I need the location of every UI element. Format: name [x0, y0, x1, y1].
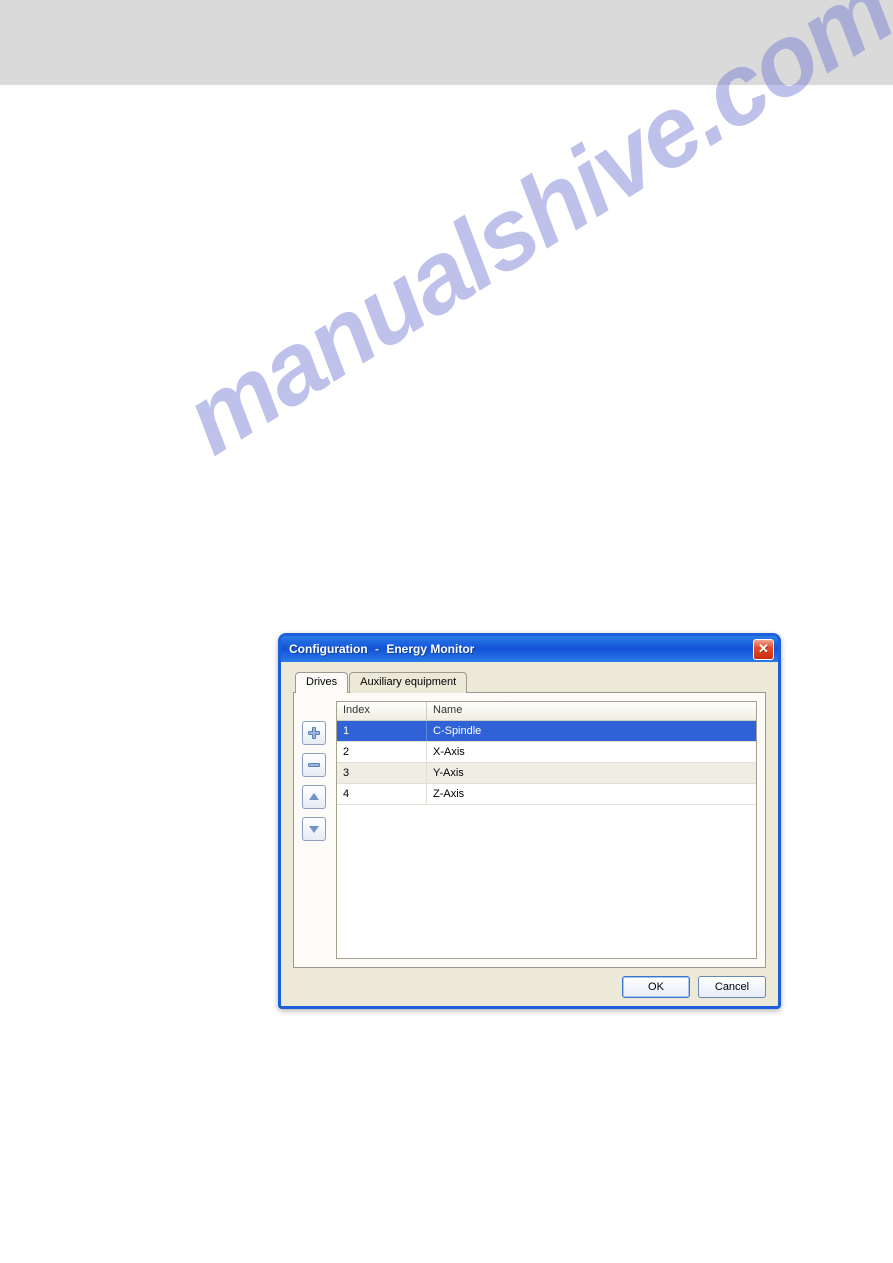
- minus-icon: [307, 758, 321, 772]
- chevron-up-icon: [307, 790, 321, 804]
- cell-index: 4: [337, 784, 427, 804]
- remove-button[interactable]: [302, 753, 326, 777]
- cell-name: Y-Axis: [427, 763, 756, 783]
- dialog-body: Drives Auxiliary equipment: [281, 662, 778, 1006]
- move-up-button[interactable]: [302, 785, 326, 809]
- title-part-1: Configuration: [289, 642, 368, 656]
- cell-name: X-Axis: [427, 742, 756, 762]
- cell-index: 1: [337, 721, 427, 741]
- table-header: Index Name: [337, 702, 756, 721]
- tab-panel-drives: Index Name 1 C-Spindle 2 X-Axis: [293, 692, 766, 968]
- cell-index: 2: [337, 742, 427, 762]
- chevron-down-icon: [307, 822, 321, 836]
- cell-name: C-Spindle: [427, 721, 756, 741]
- configuration-dialog: Configuration - Energy Monitor ✕ Drives …: [278, 633, 781, 1009]
- tab-auxiliary-equipment[interactable]: Auxiliary equipment: [349, 672, 467, 693]
- move-down-button[interactable]: [302, 817, 326, 841]
- col-name-header[interactable]: Name: [427, 702, 756, 720]
- titlebar[interactable]: Configuration - Energy Monitor ✕: [281, 636, 778, 662]
- col-index-header[interactable]: Index: [337, 702, 427, 720]
- cell-name: Z-Axis: [427, 784, 756, 804]
- cell-index: 3: [337, 763, 427, 783]
- dialog-button-row: OK Cancel: [293, 968, 766, 998]
- side-buttons: [302, 701, 328, 959]
- cancel-button[interactable]: Cancel: [698, 976, 766, 998]
- table-row[interactable]: 2 X-Axis: [337, 742, 756, 763]
- tab-drives[interactable]: Drives: [295, 672, 348, 693]
- table-row[interactable]: 3 Y-Axis: [337, 763, 756, 784]
- ok-button[interactable]: OK: [622, 976, 690, 998]
- tabs-container: Drives Auxiliary equipment: [293, 672, 766, 968]
- tab-strip: Drives Auxiliary equipment: [295, 672, 766, 693]
- plus-icon: [307, 726, 321, 740]
- add-button[interactable]: [302, 721, 326, 745]
- table-row[interactable]: 1 C-Spindle: [337, 721, 756, 742]
- table-row[interactable]: 4 Z-Axis: [337, 784, 756, 805]
- title-sep: -: [371, 642, 383, 656]
- close-button[interactable]: ✕: [753, 639, 774, 660]
- close-icon: ✕: [758, 641, 769, 657]
- table-body: 1 C-Spindle 2 X-Axis 3 Y-Axis 4: [337, 721, 756, 958]
- top-band: [0, 0, 893, 85]
- title-part-2: Energy Monitor: [386, 642, 474, 656]
- titlebar-text: Configuration - Energy Monitor: [289, 642, 753, 656]
- drives-table: Index Name 1 C-Spindle 2 X-Axis: [336, 701, 757, 959]
